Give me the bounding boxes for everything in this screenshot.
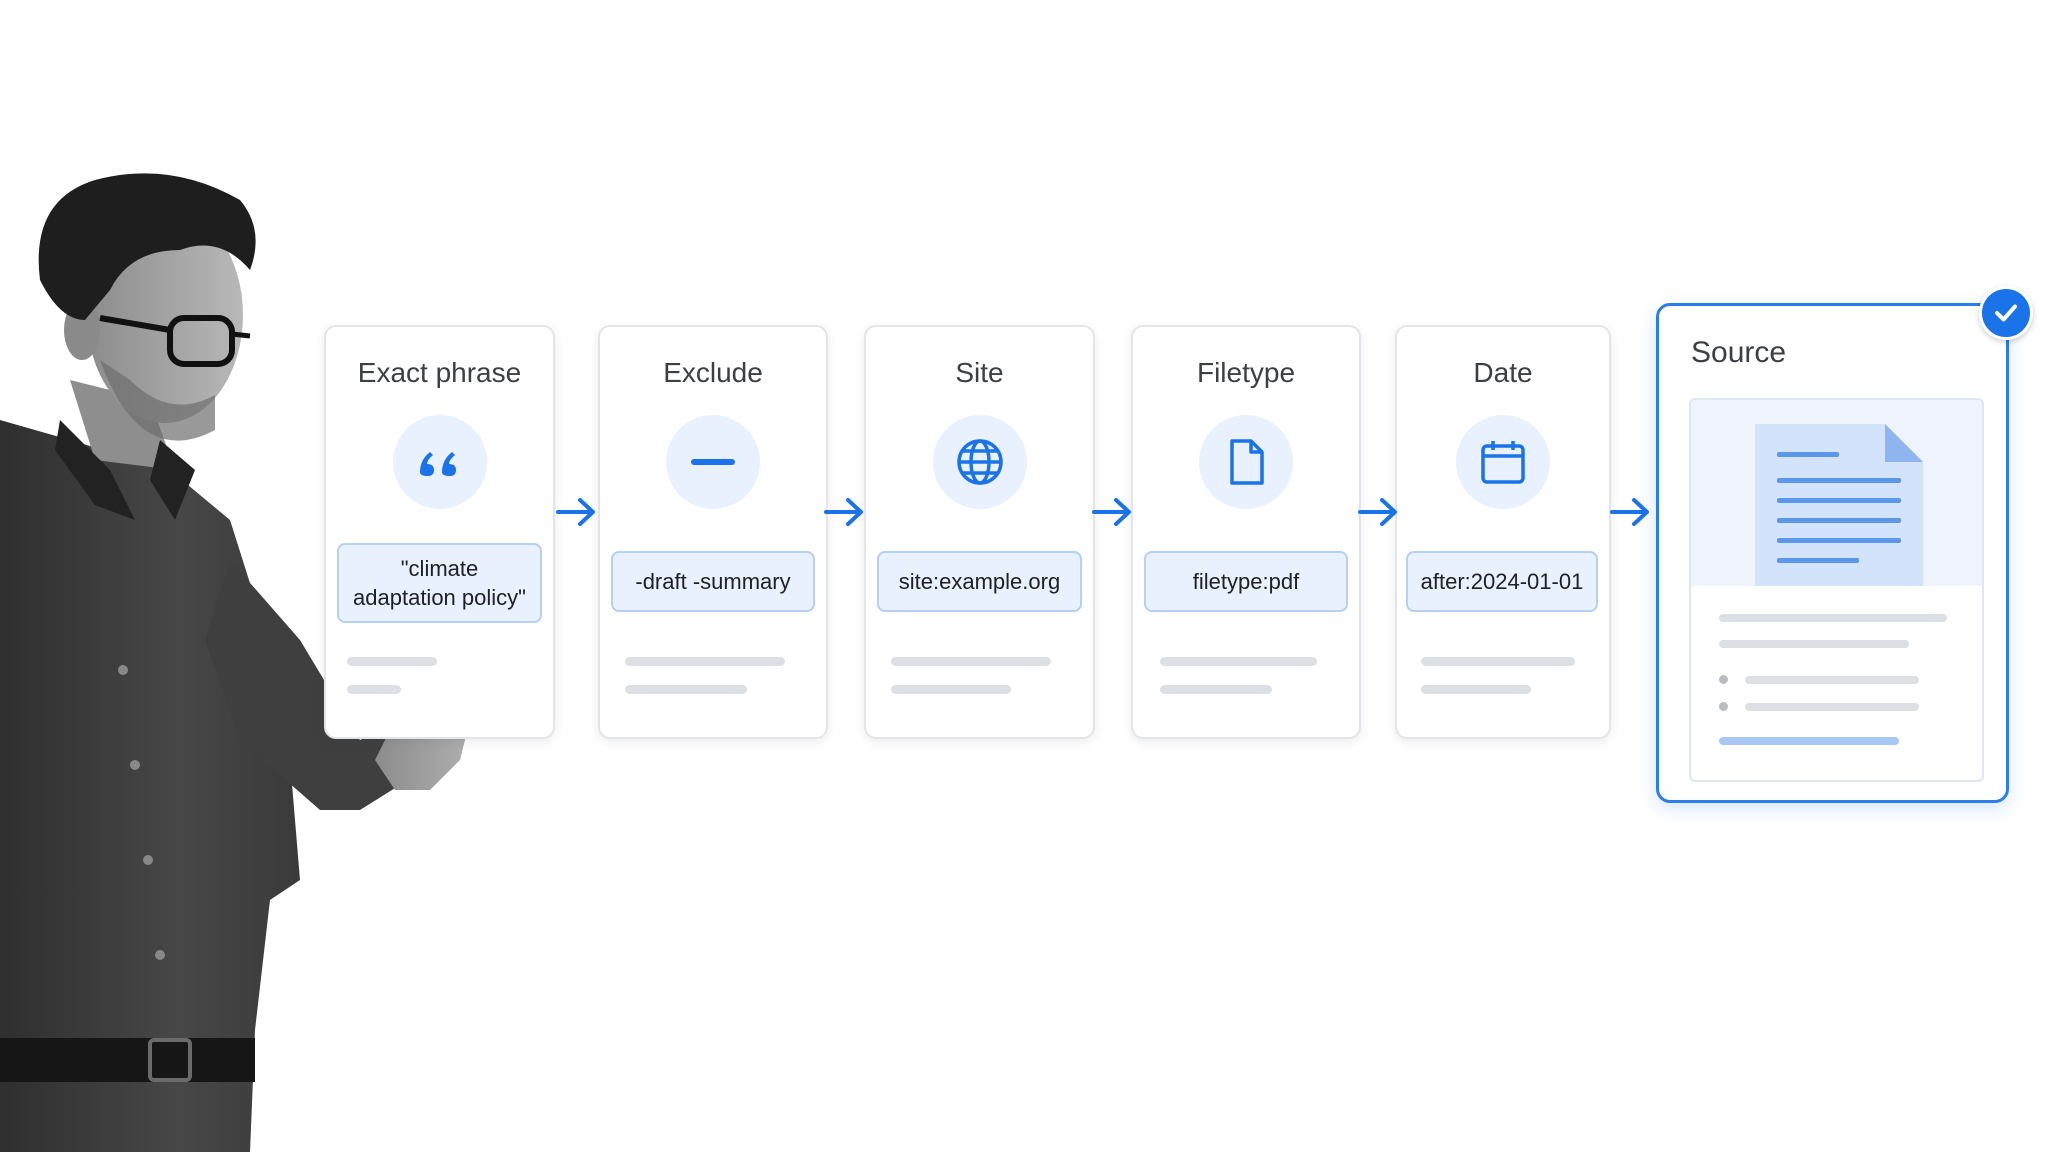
- placeholder-line: [1719, 737, 1899, 745]
- minus-icon: [666, 415, 760, 509]
- placeholder-line: [1719, 614, 1947, 622]
- calendar-icon: [1456, 415, 1550, 509]
- arrow-right-icon: [824, 498, 863, 526]
- bullet-dot: [1719, 675, 1728, 684]
- query-site: site:example.org: [877, 551, 1082, 612]
- quote-icon: [392, 415, 487, 509]
- check-icon: [1979, 286, 2033, 340]
- query-exact-phrase: "climate adaptation policy": [337, 543, 542, 623]
- placeholder-line: [1160, 685, 1272, 694]
- placeholder-line: [625, 685, 747, 694]
- bullet-dot: [1719, 702, 1728, 711]
- file-icon: [1199, 415, 1293, 509]
- step-title-exact-phrase: Exact phrase: [357, 357, 522, 388]
- placeholder-line: [1421, 685, 1531, 694]
- placeholder-line: [1745, 676, 1919, 684]
- arrow-right-icon: [1092, 498, 1131, 526]
- placeholder-line: [1719, 640, 1909, 648]
- placeholder-line: [891, 657, 1051, 666]
- query-exclude: -draft -summary: [611, 551, 815, 612]
- source-result-card: Source: [1656, 303, 2009, 803]
- step-card-date: Date after:2024-01-01: [1395, 325, 1611, 739]
- query-date: after:2024-01-01: [1406, 551, 1598, 612]
- query-filetype: filetype:pdf: [1144, 551, 1348, 612]
- placeholder-line: [1745, 703, 1919, 711]
- source-title: Source: [1691, 336, 1787, 369]
- step-title-exclude: Exclude: [663, 357, 763, 388]
- placeholder-line: [347, 657, 437, 666]
- placeholder-line: [1160, 657, 1317, 666]
- step-card-site: Site site:example.org: [864, 325, 1095, 739]
- document-icon: [1755, 424, 1923, 586]
- source-preview: [1689, 398, 1984, 782]
- step-card-exclude: Exclude -draft -summary: [598, 325, 828, 739]
- step-card-exact-phrase: Exact phrase "climate adaptation policy": [324, 325, 555, 739]
- arrow-right-icon: [556, 498, 595, 526]
- placeholder-line: [1421, 657, 1575, 666]
- step-title-site: Site: [955, 357, 1004, 388]
- placeholder-line: [625, 657, 785, 666]
- step-card-filetype: Filetype filetype:pdf: [1131, 325, 1361, 739]
- step-title-date: Date: [1473, 357, 1533, 388]
- globe-icon: [932, 415, 1027, 509]
- step-title-filetype: Filetype: [1196, 357, 1296, 388]
- arrow-right-icon: [1610, 498, 1649, 526]
- placeholder-line: [891, 685, 1011, 694]
- arrow-right-icon: [1358, 498, 1397, 526]
- placeholder-line: [347, 685, 401, 694]
